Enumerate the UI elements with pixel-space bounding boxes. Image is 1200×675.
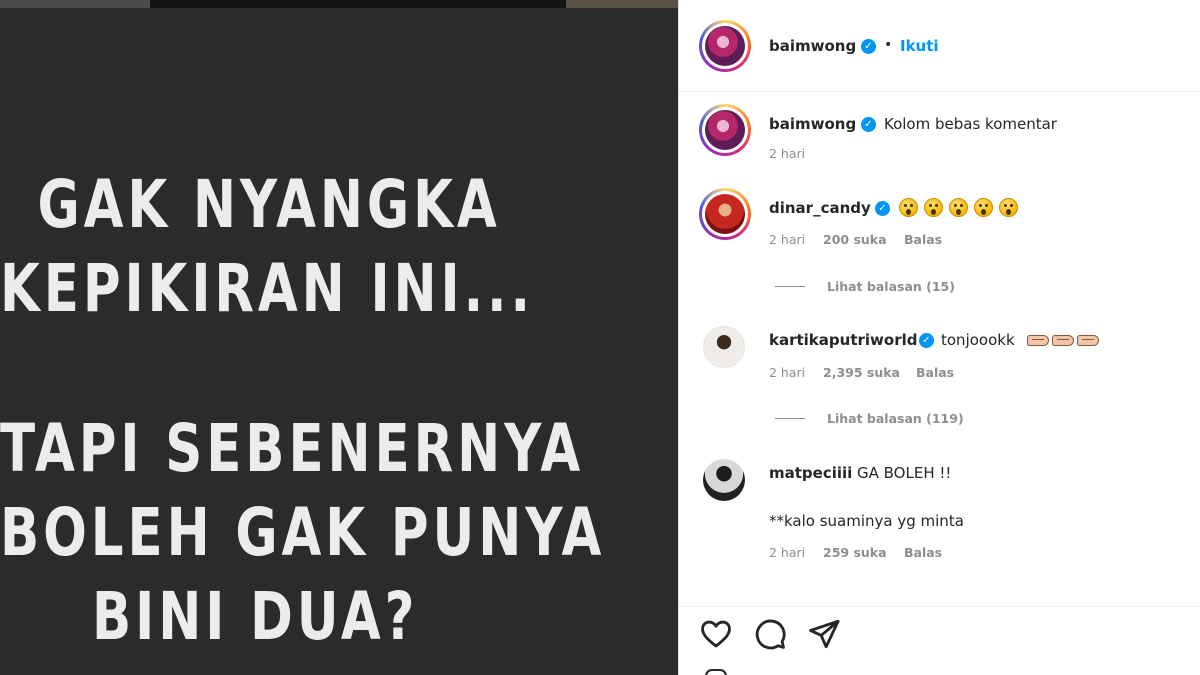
profile-avatar-icon[interactable] [699,20,751,72]
heart-icon[interactable] [699,617,733,651]
comment-likes[interactable]: 2,395 suka [823,365,900,380]
send-icon[interactable] [807,617,841,651]
comment-text: tonjoookk [941,331,1015,349]
commenter-avatar-icon[interactable] [699,188,751,240]
verified-badge-icon: ✓ [875,201,890,216]
verified-badge-icon: ✓ [861,117,876,132]
view-replies-button[interactable]: Lihat balasan (15) [827,279,955,294]
astonished-face-icon [899,198,918,217]
headline-line: KEPIKIRAN INI... [0,250,534,327]
astonished-face-icon [974,198,993,217]
comment-icon[interactable] [753,617,787,651]
separator-dot: • [884,37,893,53]
header-username[interactable]: baimwong [769,37,856,55]
caption-username[interactable]: baimwong [769,115,856,133]
headline-line: BINI DUA? [92,578,419,655]
view-replies-line [775,286,805,287]
comment-username[interactable]: matpeciiii [769,464,852,482]
view-replies-button[interactable]: Lihat balasan (119) [827,411,964,426]
likes-avatar-partial [705,669,727,675]
comment-text-continued: **kalo suaminya yg minta [769,512,964,530]
view-replies-line [775,418,805,419]
comment-likes[interactable]: 200 suka [823,232,887,247]
follow-button[interactable]: Ikuti [900,37,939,55]
headline-line: TAPI SEBENERNYA [0,410,585,487]
astonished-face-icon [924,198,943,217]
post-headline: GAK NYANGKA KEPIKIRAN INI... TAPI SEBENE… [0,0,601,675]
comment-likes[interactable]: 259 suka [823,545,887,560]
carousel-thumb [566,0,678,8]
headline-line: GAK NYANGKA [37,166,501,243]
reply-button[interactable]: Balas [904,545,942,560]
caption-time[interactable]: 2 hari [769,146,805,161]
comment-username[interactable]: kartikaputriworld [769,331,917,349]
astonished-face-icon [949,198,968,217]
comment-time[interactable]: 2 hari [769,545,805,560]
reply-button[interactable]: Balas [916,365,954,380]
comment-time[interactable]: 2 hari [769,365,805,380]
post-header: baimwong ✓ • Ikuti [679,0,1200,92]
fist-emoji-icon [1077,335,1099,346]
comment-username[interactable]: dinar_candy [769,199,871,217]
astonished-face-icon [999,198,1018,217]
comment-time[interactable]: 2 hari [769,232,805,247]
commenter-avatar-icon[interactable] [703,326,745,368]
action-bar [679,606,1200,675]
comment-text: GA BOLEH !! [857,464,952,482]
verified-badge-icon: ✓ [861,39,876,54]
verified-badge-icon: ✓ [919,333,934,348]
caption-text: Kolom bebas komentar [884,115,1057,133]
comments-panel: baimwong ✓ • Ikuti baimwong ✓ Kolom beba… [678,0,1200,675]
headline-line: BOLEH GAK PUNYA [0,494,606,571]
caption-avatar-icon[interactable] [699,104,751,156]
commenter-avatar-icon[interactable] [703,459,745,501]
fist-emoji-icon [1027,335,1049,346]
fist-emoji-icon [1052,335,1074,346]
post-image[interactable]: GAK NYANGKA KEPIKIRAN INI... TAPI SEBENE… [0,0,678,675]
reply-button[interactable]: Balas [904,232,942,247]
